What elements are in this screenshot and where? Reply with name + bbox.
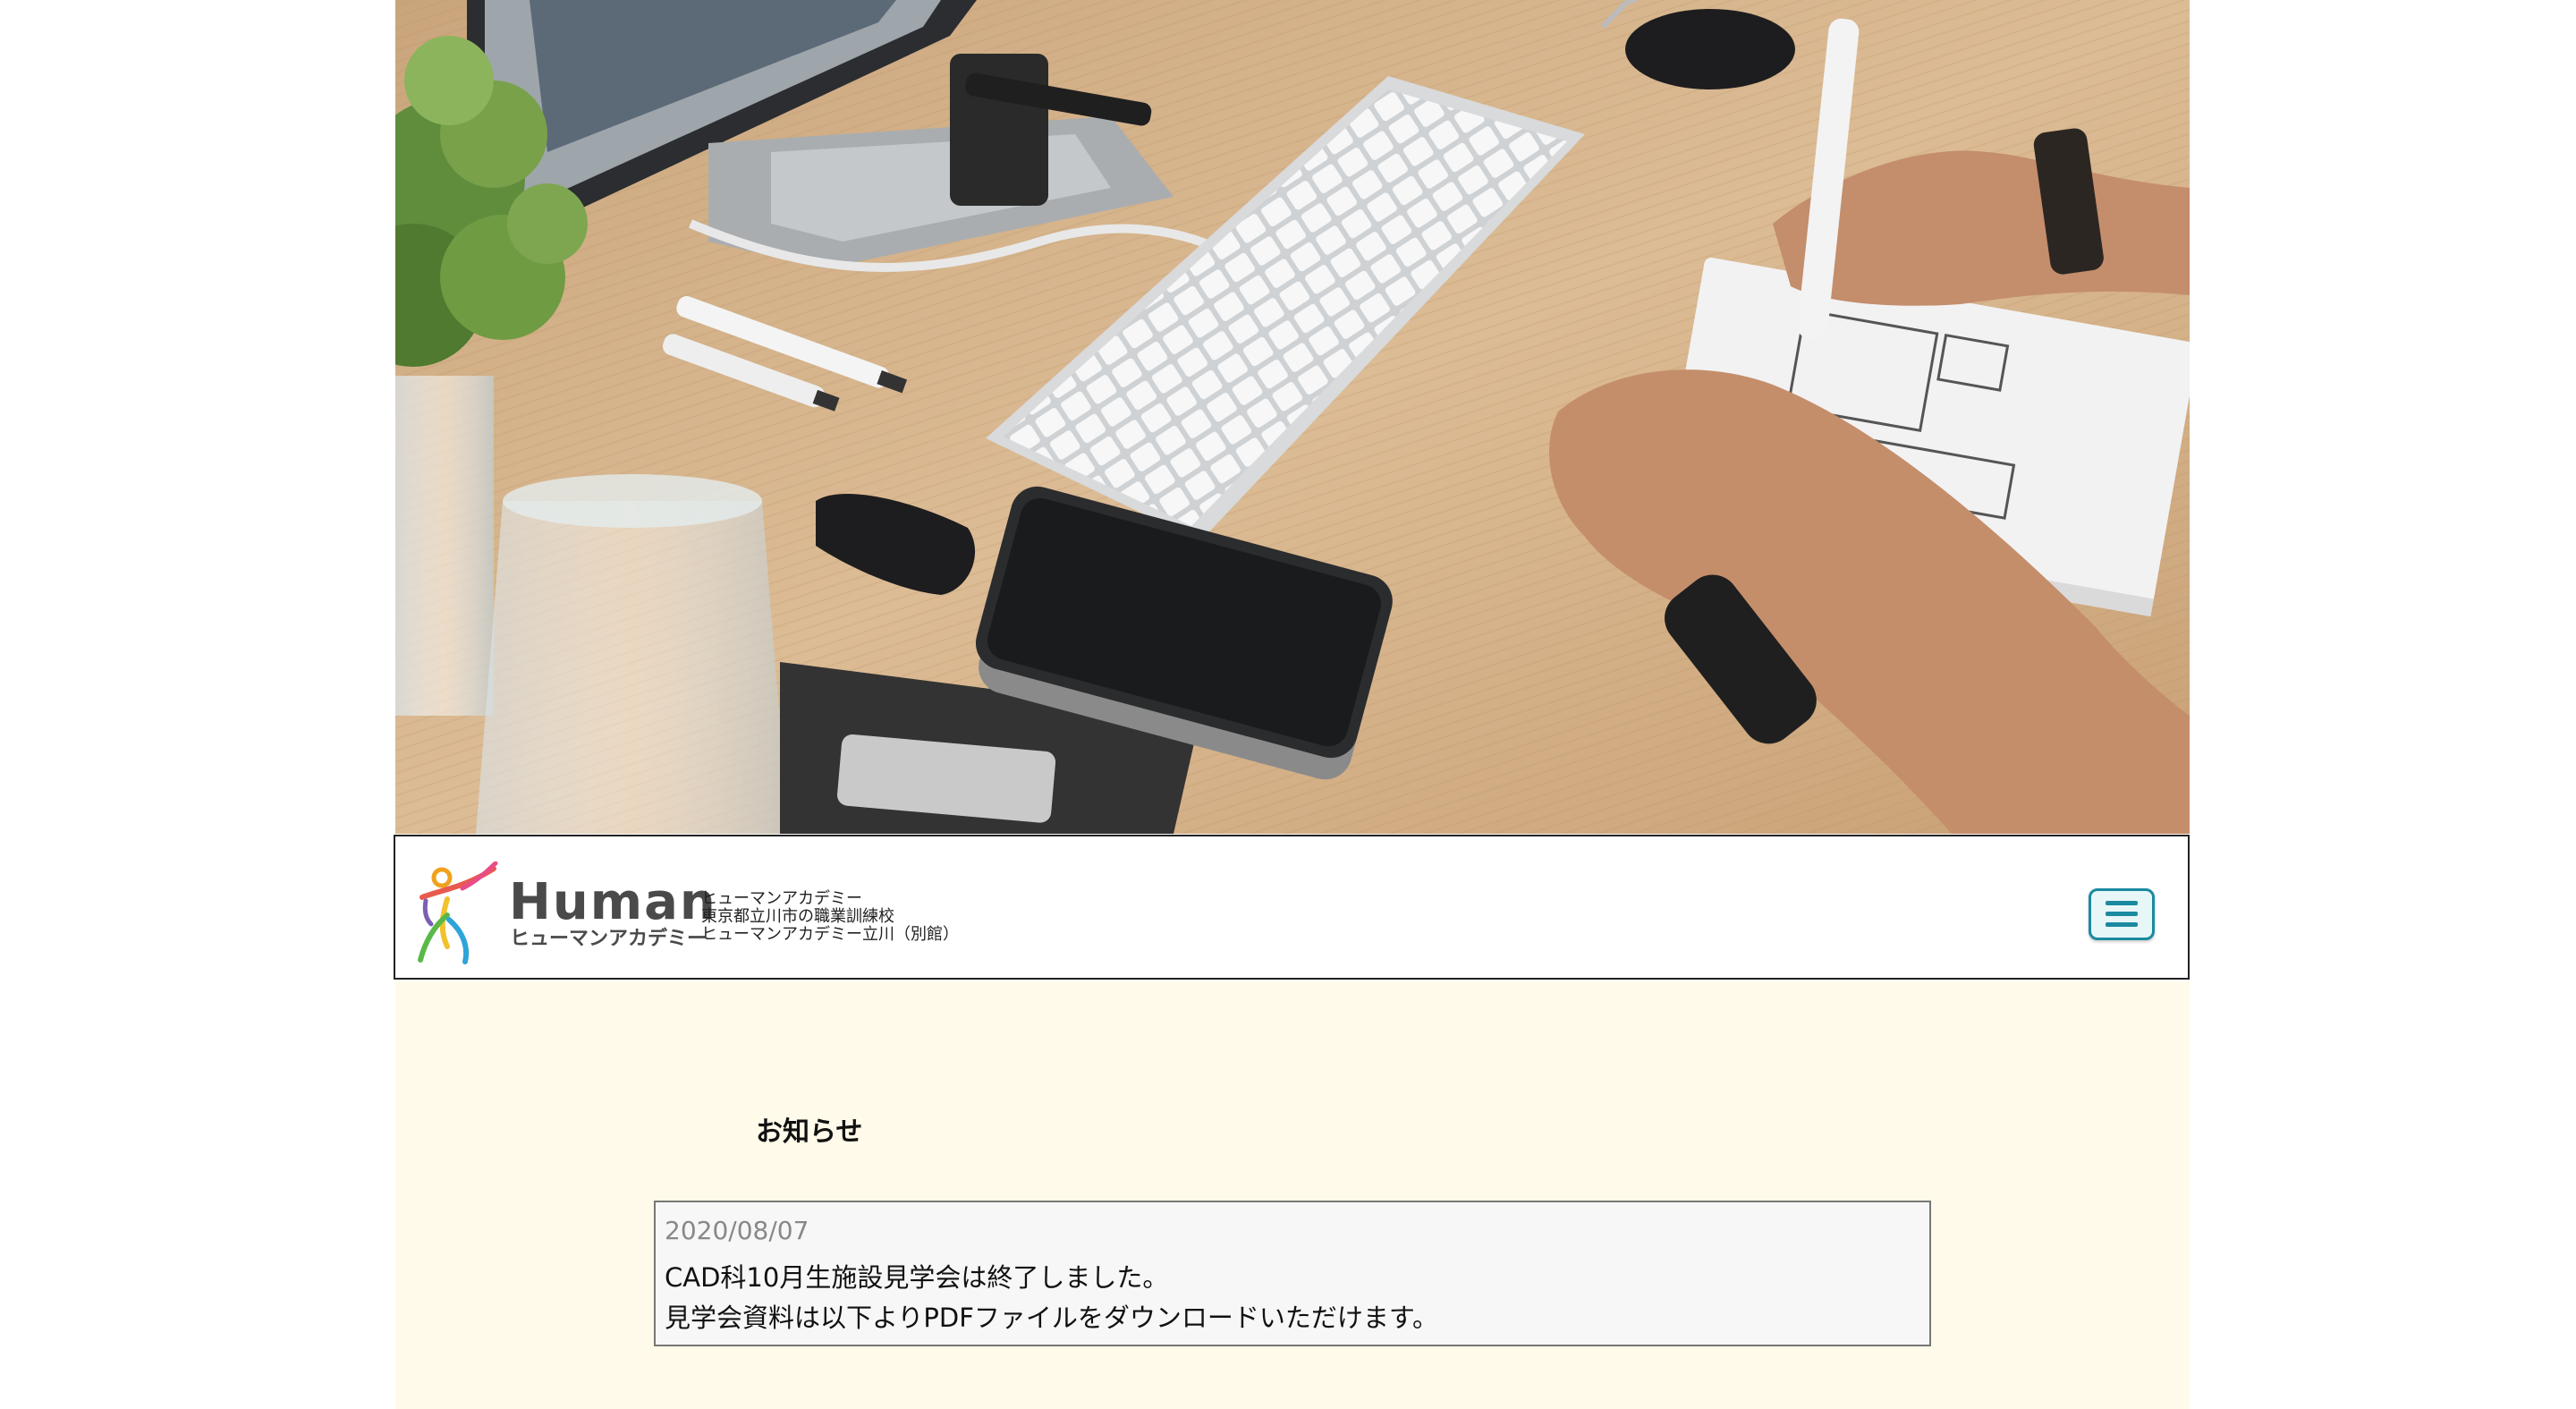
section-title: お知らせ [756,1116,863,1148]
hamburger-menu-button[interactable] [2089,888,2155,940]
news-section: お知らせ 2020/08/07 CAD科10月生施設見学会は終了しました。 見学… [395,981,2190,1409]
brand-wordmark: Human [509,873,717,931]
school-info-line: ヒューマンアカデミー [701,889,862,908]
site-header: Human ヒューマンアカデミー ヒューマンアカデミー 東京都立川市の職業訓練校… [394,835,2190,980]
news-item: 2020/08/07 CAD科10月生施設見学会は終了しました。 見学会資料は以… [654,1201,1931,1346]
school-info-line: 東京都立川市の職業訓練校 [701,907,894,926]
menu-bar [2106,901,2138,905]
human-academy-logo[interactable] [413,861,498,964]
news-text-line: CAD科10月生施設見学会は終了しました。 [665,1262,1169,1293]
menu-bar [2106,922,2138,927]
brand-subtitle: ヒューマンアカデミー [510,928,708,950]
hero-image [395,0,2190,834]
school-info: ヒューマンアカデミー 東京都立川市の職業訓練校 ヒューマンアカデミー立川（別館） [701,890,959,944]
news-text-line: 見学会資料は以下よりPDFファイルをダウンロードいただけます。 [665,1303,1439,1333]
menu-bar [2106,912,2138,916]
school-info-line: ヒューマンアカデミー立川（別館） [701,925,959,944]
news-date: 2020/08/07 [665,1216,809,1245]
page: Human ヒューマンアカデミー ヒューマンアカデミー 東京都立川市の職業訓練校… [0,0,2576,1409]
